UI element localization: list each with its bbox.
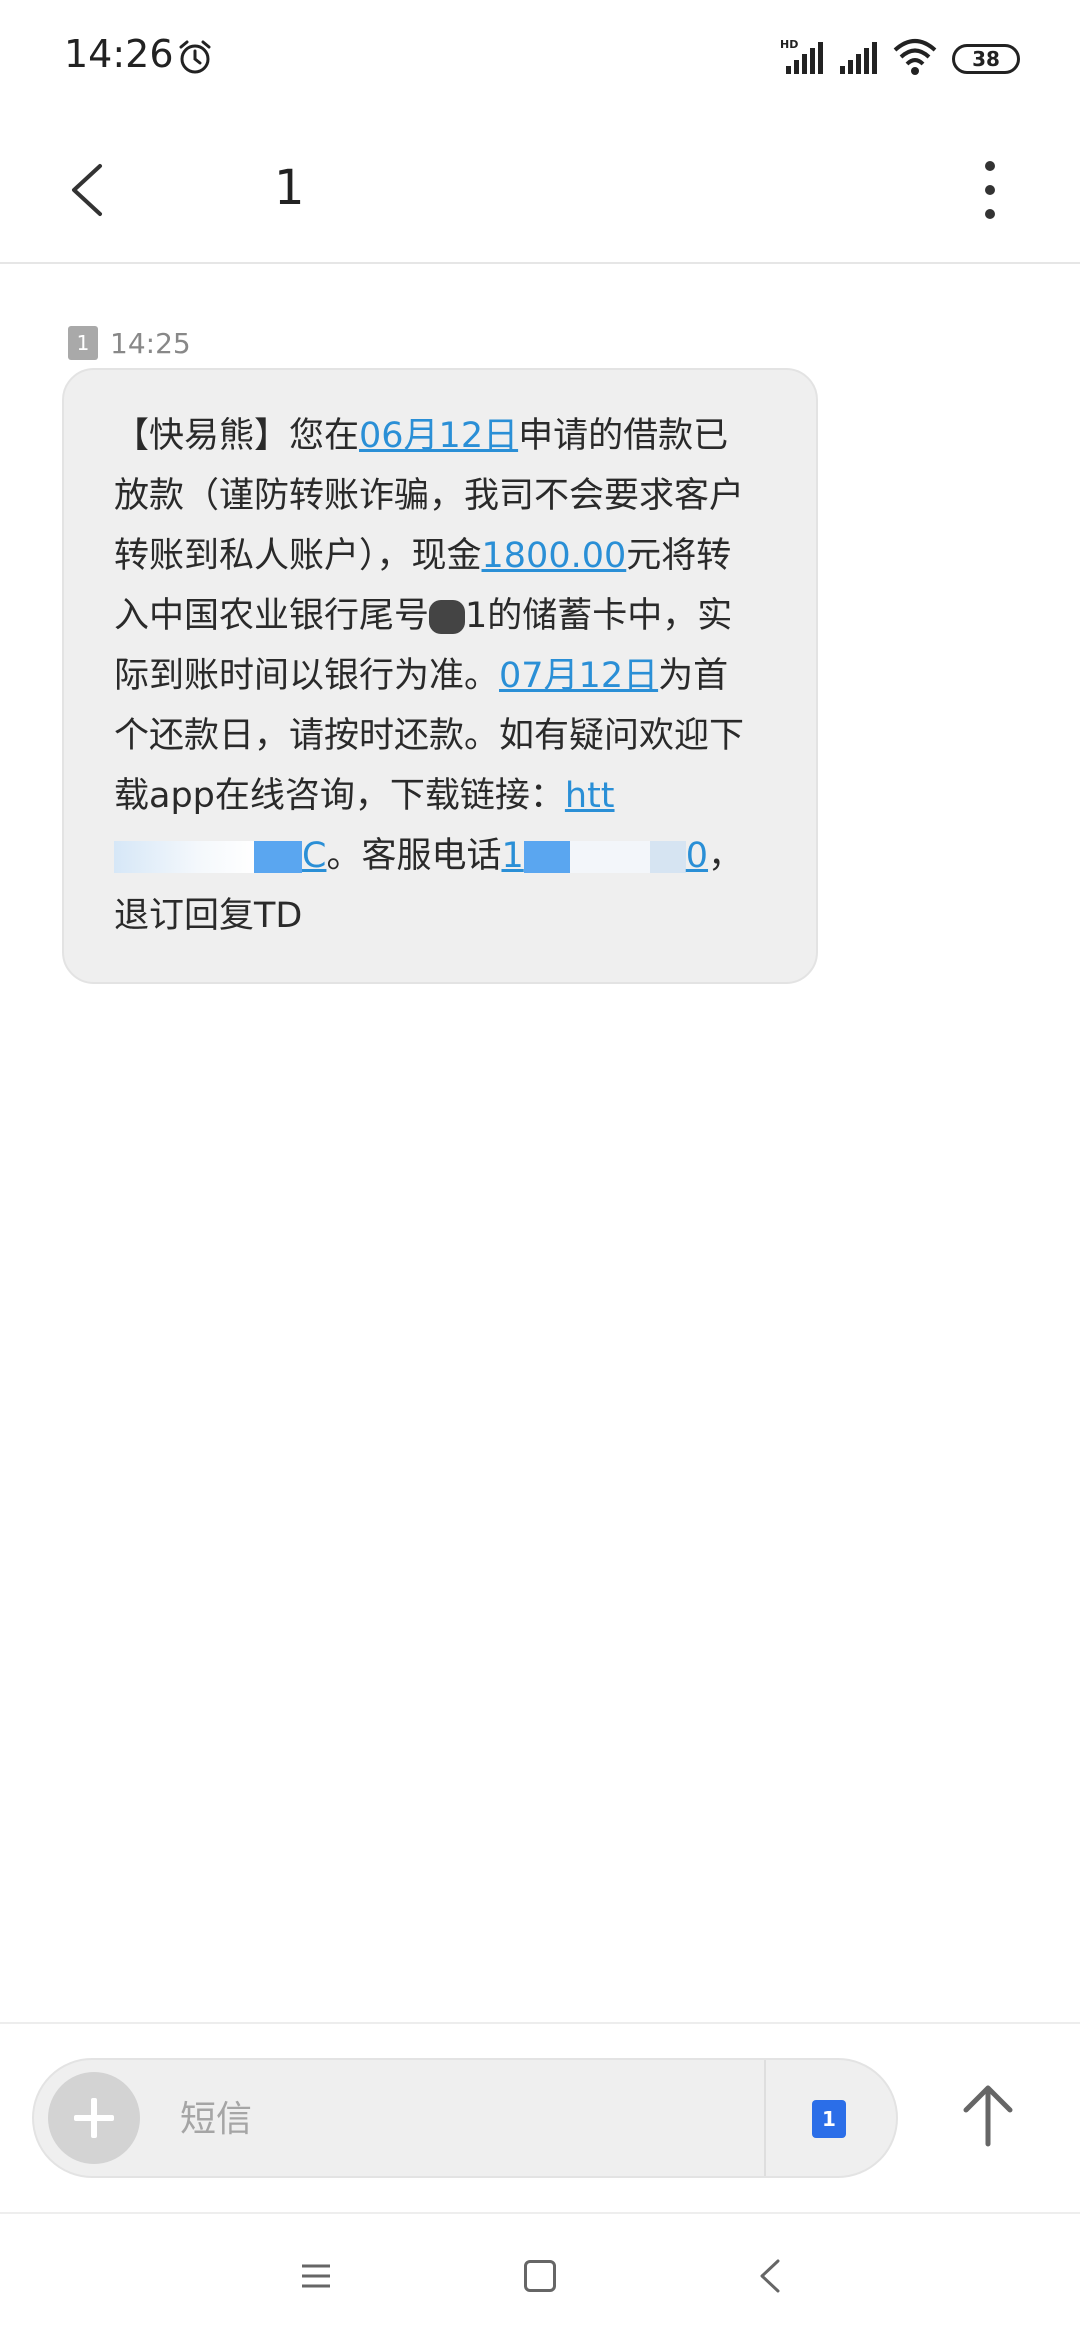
phone-text: 1 bbox=[501, 836, 524, 876]
signal-icon bbox=[840, 42, 877, 74]
message-text-part: 。客服电话 bbox=[326, 836, 502, 876]
date-link[interactable]: 07月12日 bbox=[499, 656, 658, 696]
redacted-phone bbox=[523, 841, 570, 873]
message-text: 【快易熊】您在06月12日申请的借款已放款（谨防转账诈骗，我司不会要求客户转账到… bbox=[114, 406, 754, 946]
send-arrow-icon[interactable] bbox=[958, 2080, 1018, 2150]
redacted-account bbox=[429, 600, 466, 634]
date-link[interactable]: 06月12日 bbox=[359, 416, 518, 456]
battery-indicator: 38 bbox=[952, 44, 1020, 74]
compose-bar: 短信 1 bbox=[0, 2022, 1080, 2214]
contact-title: 1 bbox=[274, 160, 305, 216]
redacted-phone bbox=[649, 841, 686, 873]
conversation-header: 1 bbox=[0, 120, 1080, 264]
menu-icon[interactable] bbox=[300, 2260, 332, 2292]
phone-link[interactable]: 10 bbox=[501, 836, 708, 876]
redacted-mask bbox=[320, 140, 880, 240]
redacted-link bbox=[114, 841, 254, 873]
more-vertical-icon[interactable] bbox=[980, 158, 1000, 222]
home-icon[interactable] bbox=[524, 2260, 556, 2292]
navigation-bar bbox=[0, 2212, 1080, 2342]
download-link-tail: C bbox=[302, 836, 327, 876]
back-icon[interactable] bbox=[756, 2258, 786, 2294]
sim-select-button[interactable]: 1 bbox=[812, 2100, 846, 2138]
alarm-clock-icon bbox=[179, 40, 211, 74]
sms-input[interactable]: 短信 bbox=[180, 2090, 252, 2142]
message-time: 14:25 bbox=[110, 327, 191, 360]
status-time: 14:26 bbox=[64, 32, 174, 76]
back-arrow-icon[interactable] bbox=[64, 160, 112, 220]
signal-hd-icon: HD bbox=[780, 38, 823, 74]
download-link-text: htt bbox=[564, 776, 615, 816]
redacted-link bbox=[254, 841, 302, 873]
wifi-icon bbox=[893, 39, 937, 75]
hd-label: HD bbox=[780, 38, 798, 51]
status-bar: 14:26 HD 38 bbox=[0, 0, 1080, 120]
amount-link[interactable]: 1800.00 bbox=[482, 536, 627, 576]
divider bbox=[764, 2060, 766, 2176]
add-attachment-button[interactable] bbox=[48, 2072, 140, 2164]
phone-tail: 0 bbox=[685, 836, 709, 876]
sim-badge: 1 bbox=[68, 326, 98, 360]
compose-field: 短信 1 bbox=[32, 2058, 898, 2178]
message-bubble[interactable]: 【快易熊】您在06月12日申请的借款已放款（谨防转账诈骗，我司不会要求客户转账到… bbox=[62, 368, 818, 984]
message-text-part: 【快易熊】您在 bbox=[114, 416, 360, 456]
redacted-phone bbox=[569, 841, 650, 873]
